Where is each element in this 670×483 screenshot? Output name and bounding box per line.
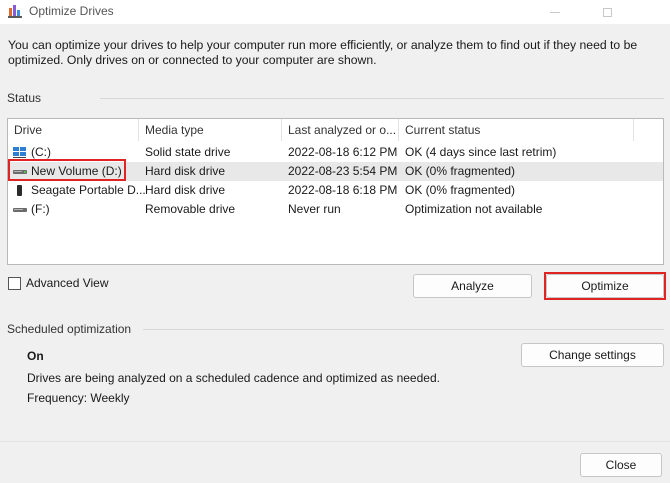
drive-row-f[interactable]: (F:) Removable drive Never run Optimizat… [8, 200, 663, 219]
description-text: You can optimize your drives to help you… [8, 38, 638, 67]
media-type: Solid state drive [145, 145, 231, 159]
column-header-media-type[interactable]: Media type [139, 119, 282, 141]
removable-drive-icon [13, 208, 27, 212]
minimize-icon [550, 11, 560, 13]
advanced-view-checkbox[interactable] [8, 277, 21, 290]
analyze-button[interactable]: Analyze [413, 274, 532, 298]
last-analyzed: 2022-08-18 6:12 PM [288, 145, 398, 159]
current-status: OK (0% fragmented) [405, 164, 516, 178]
portable-drive-icon [17, 185, 22, 196]
last-analyzed: Never run [288, 202, 341, 216]
schedule-frequency: Frequency: Weekly [27, 391, 130, 405]
status-section-label: Status [7, 91, 42, 105]
maximize-icon [602, 7, 612, 17]
media-type: Removable drive [145, 202, 236, 216]
current-status: OK (0% fragmented) [405, 183, 516, 197]
close-button[interactable]: Close [580, 453, 662, 477]
schedule-description: Drives are being analyzed on a scheduled… [27, 371, 440, 385]
schedule-state: On [27, 349, 44, 363]
current-status: OK (4 days since last retrim) [405, 145, 557, 159]
drive-row-seagate[interactable]: Seagate Portable D... Hard disk drive 20… [8, 181, 663, 200]
current-status: Optimization not available [405, 202, 543, 216]
change-settings-button[interactable]: Change settings [521, 343, 664, 367]
column-header-drive[interactable]: Drive [8, 119, 139, 141]
last-analyzed: 2022-08-18 6:18 PM [288, 183, 398, 197]
optimize-drives-app-icon [8, 5, 22, 18]
maximize-button[interactable] [584, 0, 630, 24]
window-title: Optimize Drives [29, 4, 114, 18]
drive-name: Seagate Portable D... [31, 183, 146, 197]
ssd-icon [13, 147, 26, 158]
optimize-highlight-box [544, 272, 666, 300]
last-analyzed: 2022-08-23 5:54 PM [288, 164, 398, 178]
media-type: Hard disk drive [145, 183, 226, 197]
column-header-last-analyzed[interactable]: Last analyzed or o... [282, 119, 399, 141]
media-type: Hard disk drive [145, 164, 226, 178]
title-bar: Optimize Drives [0, 0, 670, 24]
footer-bar [0, 441, 670, 483]
scheduled-divider [143, 329, 664, 330]
drive-list-header: Drive Media type Last analyzed or o... C… [8, 119, 663, 141]
status-divider [100, 98, 664, 99]
column-header-current-status[interactable]: Current status [399, 119, 634, 141]
drive-name: (F:) [31, 202, 50, 216]
scheduled-section-label: Scheduled optimization [7, 322, 132, 336]
drive-highlight-box [8, 159, 126, 181]
minimize-button[interactable] [532, 0, 578, 24]
advanced-view-label: Advanced View [26, 276, 109, 290]
drive-list[interactable]: Drive Media type Last analyzed or o... C… [7, 118, 664, 265]
